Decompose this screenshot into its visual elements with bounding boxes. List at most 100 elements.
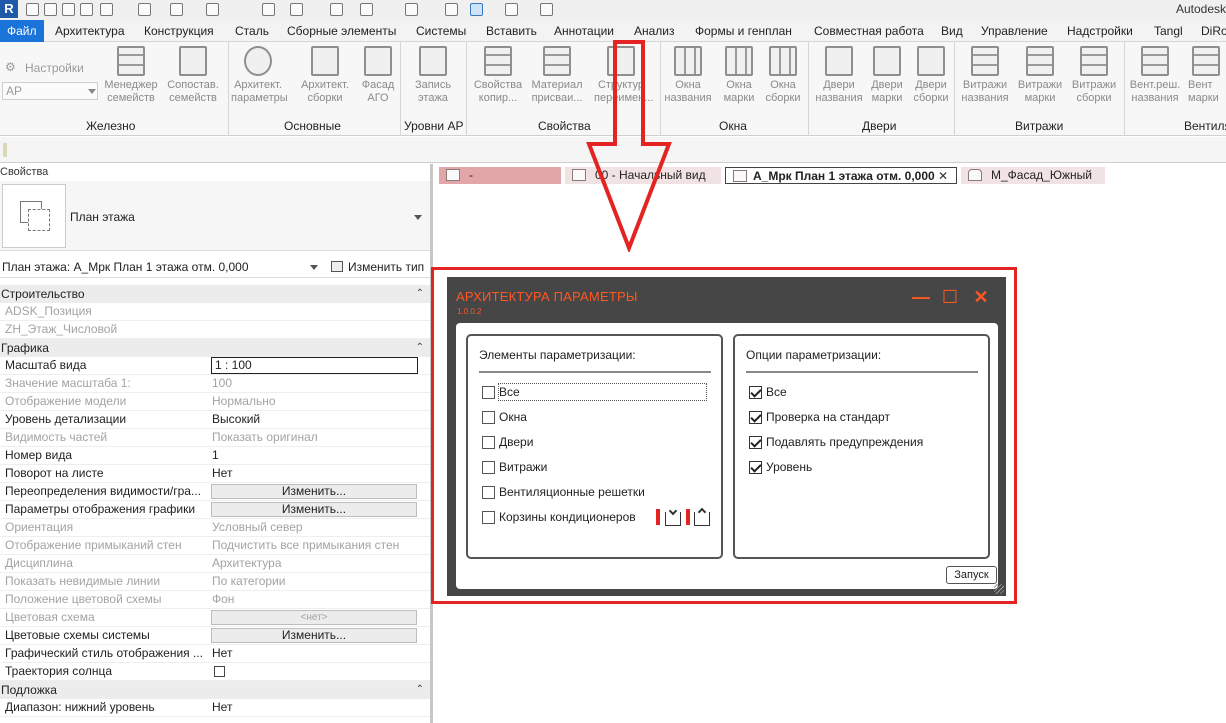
undo-icon[interactable] <box>138 3 151 16</box>
tab-systems[interactable]: Системы <box>416 20 466 42</box>
tab-view[interactable]: Вид <box>941 20 963 42</box>
redo-icon[interactable] <box>170 3 183 16</box>
checkbox-checked[interactable] <box>749 386 762 399</box>
color-scheme-button[interactable]: <нет> <box>211 610 417 625</box>
open-file-icon[interactable] <box>62 3 75 16</box>
family-manager-button[interactable]: Менеджер семейств <box>104 46 158 105</box>
home-icon[interactable] <box>44 3 57 16</box>
tab-annotate[interactable]: Аннотации <box>554 20 614 42</box>
prop-range-bottom[interactable]: Диапазон: нижний уровень Нет <box>0 699 430 717</box>
tab-analyze[interactable]: Анализ <box>634 20 675 42</box>
prop-view-scale[interactable]: Масштаб вида 1 : 100 <box>0 357 430 375</box>
section-icon[interactable] <box>445 3 458 16</box>
sync-icon[interactable] <box>100 3 113 16</box>
write-level-button[interactable]: Запись этажа <box>406 46 460 105</box>
prop-detail-level[interactable]: Уровень детализации Высокий <box>0 411 430 429</box>
open-icon[interactable] <box>26 3 39 16</box>
prop-scale-value[interactable]: Значение масштаба 1: 100 <box>0 375 430 393</box>
system-color-schemes-edit-button[interactable]: Изменить... <box>211 628 417 643</box>
collapse-icon[interactable]: ⌃ <box>416 339 424 357</box>
copy-props-button[interactable]: Свойства копир... <box>471 46 525 105</box>
tab-diro[interactable]: DiRo <box>1201 20 1226 42</box>
prop-hidden-lines[interactable]: Показать невидимые линии По категории <box>0 573 430 591</box>
settings-button[interactable]: Настройки <box>25 61 84 75</box>
thin-lines-icon[interactable] <box>470 3 483 16</box>
prop-orientation[interactable]: Ориентация Условный север <box>0 519 430 537</box>
prop-color-scheme-location[interactable]: Положение цветовой схемы Фон <box>0 591 430 609</box>
view-tab-blank[interactable]: - <box>439 167 561 184</box>
prop-model-display[interactable]: Отображение модели Нормально <box>0 393 430 411</box>
tab-tangl[interactable]: Tangl <box>1154 20 1183 42</box>
prop-adsk-position[interactable]: ADSK_Позиция <box>0 303 430 321</box>
arch-assemblies-button[interactable]: Архитект. сборки <box>298 46 352 105</box>
prop-discipline[interactable]: Дисциплина Архитектура <box>0 555 430 573</box>
curtain-names-button[interactable]: Витражи названия <box>958 46 1012 105</box>
export-icon[interactable] <box>694 507 710 526</box>
edit-type-button[interactable]: Изменить тип <box>348 260 424 274</box>
vent-names-button[interactable]: Вент.реш. названия <box>1128 46 1182 105</box>
material-assign-button[interactable]: Материал присваи... <box>530 46 584 105</box>
tab-insert[interactable]: Вставить <box>486 20 537 42</box>
window-assemblies-button[interactable]: Окна сборки <box>756 46 810 105</box>
group-construction[interactable]: Строительство ⌃ <box>0 285 430 303</box>
close-tab-icon[interactable]: ✕ <box>938 168 948 183</box>
tab-manage[interactable]: Управление <box>981 20 1048 42</box>
tab-steel[interactable]: Сталь <box>235 20 269 42</box>
tab-massing-site[interactable]: Формы и генплан <box>695 20 792 42</box>
print-icon[interactable] <box>206 3 219 16</box>
collapse-icon[interactable]: ⌃ <box>416 285 424 303</box>
checkbox[interactable] <box>482 461 495 474</box>
maximize-button[interactable]: ☐ <box>940 287 960 307</box>
sun-path-checkbox[interactable] <box>214 666 225 677</box>
curtain-marks-button[interactable]: Витражи марки <box>1013 46 1067 105</box>
prop-next-row[interactable] <box>0 717 430 723</box>
checkbox[interactable] <box>482 411 495 424</box>
graphic-display-edit-button[interactable]: Изменить... <box>211 502 417 517</box>
visibility-overrides-edit-button[interactable]: Изменить... <box>211 484 417 499</box>
run-button[interactable]: Запуск <box>946 566 997 584</box>
tab-file[interactable]: Файл <box>0 20 44 42</box>
prop-rotation-on-sheet[interactable]: Поворот на листе Нет <box>0 465 430 483</box>
minimize-button[interactable]: — <box>911 287 931 307</box>
close-windows-icon[interactable] <box>505 3 518 16</box>
instance-filter[interactable]: План этажа: А_Мрк План 1 этажа отм. 0,00… <box>0 256 430 278</box>
group-underlay[interactable]: Подложка ⌃ <box>0 681 430 699</box>
prop-parts-visibility[interactable]: Видимость частей Показать оригинал <box>0 429 430 447</box>
checkbox-checked[interactable] <box>749 436 762 449</box>
tab-structure[interactable]: Конструкция <box>144 20 214 42</box>
vent-marks-button[interactable]: Вент марки <box>1188 46 1226 105</box>
tab-precast[interactable]: Сборные элементы <box>287 20 396 42</box>
resize-grip-icon[interactable] <box>994 584 1004 594</box>
type-selector[interactable]: План этажа <box>0 181 430 251</box>
collapse-icon[interactable]: ⌃ <box>416 681 424 699</box>
close-button[interactable]: ✕ <box>971 287 991 307</box>
prop-graphic-style[interactable]: Графический стиль отображения ... Нет <box>0 645 430 663</box>
view-scale-input[interactable]: 1 : 100 <box>211 357 418 374</box>
dimension-icon[interactable] <box>290 3 303 16</box>
revit-logo[interactable]: R <box>0 0 18 18</box>
text-icon[interactable] <box>360 3 373 16</box>
measure-icon[interactable] <box>262 3 275 16</box>
switch-windows-icon[interactable] <box>540 3 553 16</box>
checkbox[interactable] <box>482 436 495 449</box>
gear-icon[interactable]: ⚙ <box>5 60 16 74</box>
arch-params-button[interactable]: Архитект. параметры <box>231 46 288 105</box>
curtain-assemblies-button[interactable]: Витражи сборки <box>1067 46 1121 105</box>
checkbox-checked[interactable] <box>749 461 762 474</box>
prop-wall-joins[interactable]: Отображение примыканий стен Подчистить вс… <box>0 537 430 555</box>
checkbox[interactable] <box>482 486 495 499</box>
tag-icon[interactable] <box>330 3 343 16</box>
discipline-select[interactable]: АР <box>2 82 98 100</box>
import-icon[interactable] <box>665 506 681 526</box>
checkbox[interactable] <box>482 511 495 524</box>
facade-ago-button[interactable]: Фасад АГО <box>351 46 405 105</box>
door-assemblies-button[interactable]: Двери сборки <box>904 46 958 105</box>
checkbox-checked[interactable] <box>749 411 762 424</box>
3d-view-icon[interactable] <box>405 3 418 16</box>
prop-view-number[interactable]: Номер вида 1 <box>0 447 430 465</box>
prop-zh-floor-number[interactable]: ZH_Этаж_Числовой <box>0 321 430 339</box>
group-graphics[interactable]: Графика ⌃ <box>0 339 430 357</box>
tab-architecture[interactable]: Архитектура <box>55 20 125 42</box>
save-icon[interactable] <box>80 3 93 16</box>
view-tab-facade-south[interactable]: М_Фасад_Южный <box>961 167 1105 184</box>
